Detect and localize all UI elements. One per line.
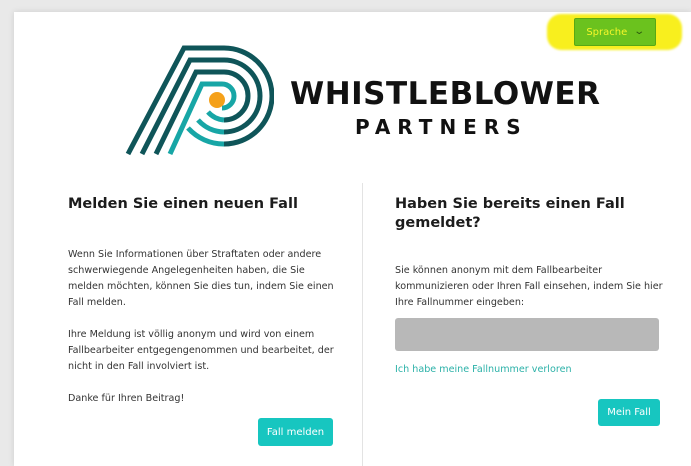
new-case-paragraph: Ihre Meldung ist völlig anonym und wird … [68,329,334,372]
case-number-input[interactable] [395,318,659,351]
new-case-paragraph: Danke für Ihren Beitrag! [68,393,185,404]
language-button[interactable]: Sprache ⌄ [574,18,656,46]
lost-case-number-link[interactable]: Ich habe meine Fallnummer verloren [395,364,572,375]
existing-case-description: Sie können anonym mit dem Fallbearbeiter… [395,265,663,308]
new-case-description: Wenn Sie Informationen über Straftaten o… [68,247,340,407]
logo-dot [209,92,225,108]
new-case-paragraph: Wenn Sie Informationen über Straftaten o… [68,249,334,308]
new-case-title: Melden Sie einen neuen Fall [68,196,298,212]
brand-name: WHISTLEBLOWER [290,76,601,112]
my-case-button[interactable]: Mein Fall [598,399,660,426]
existing-case-title: Haben Sie bereits einen Fall gemeldet? [395,196,625,231]
brand-subtitle: PARTNERS [355,115,528,139]
language-button-label: Sprache [586,26,628,38]
chevron-down-icon: ⌄ [633,26,646,37]
report-case-button[interactable]: Fall melden [258,418,333,446]
whistleblower-logo-icon [125,45,274,156]
column-divider [362,183,363,466]
